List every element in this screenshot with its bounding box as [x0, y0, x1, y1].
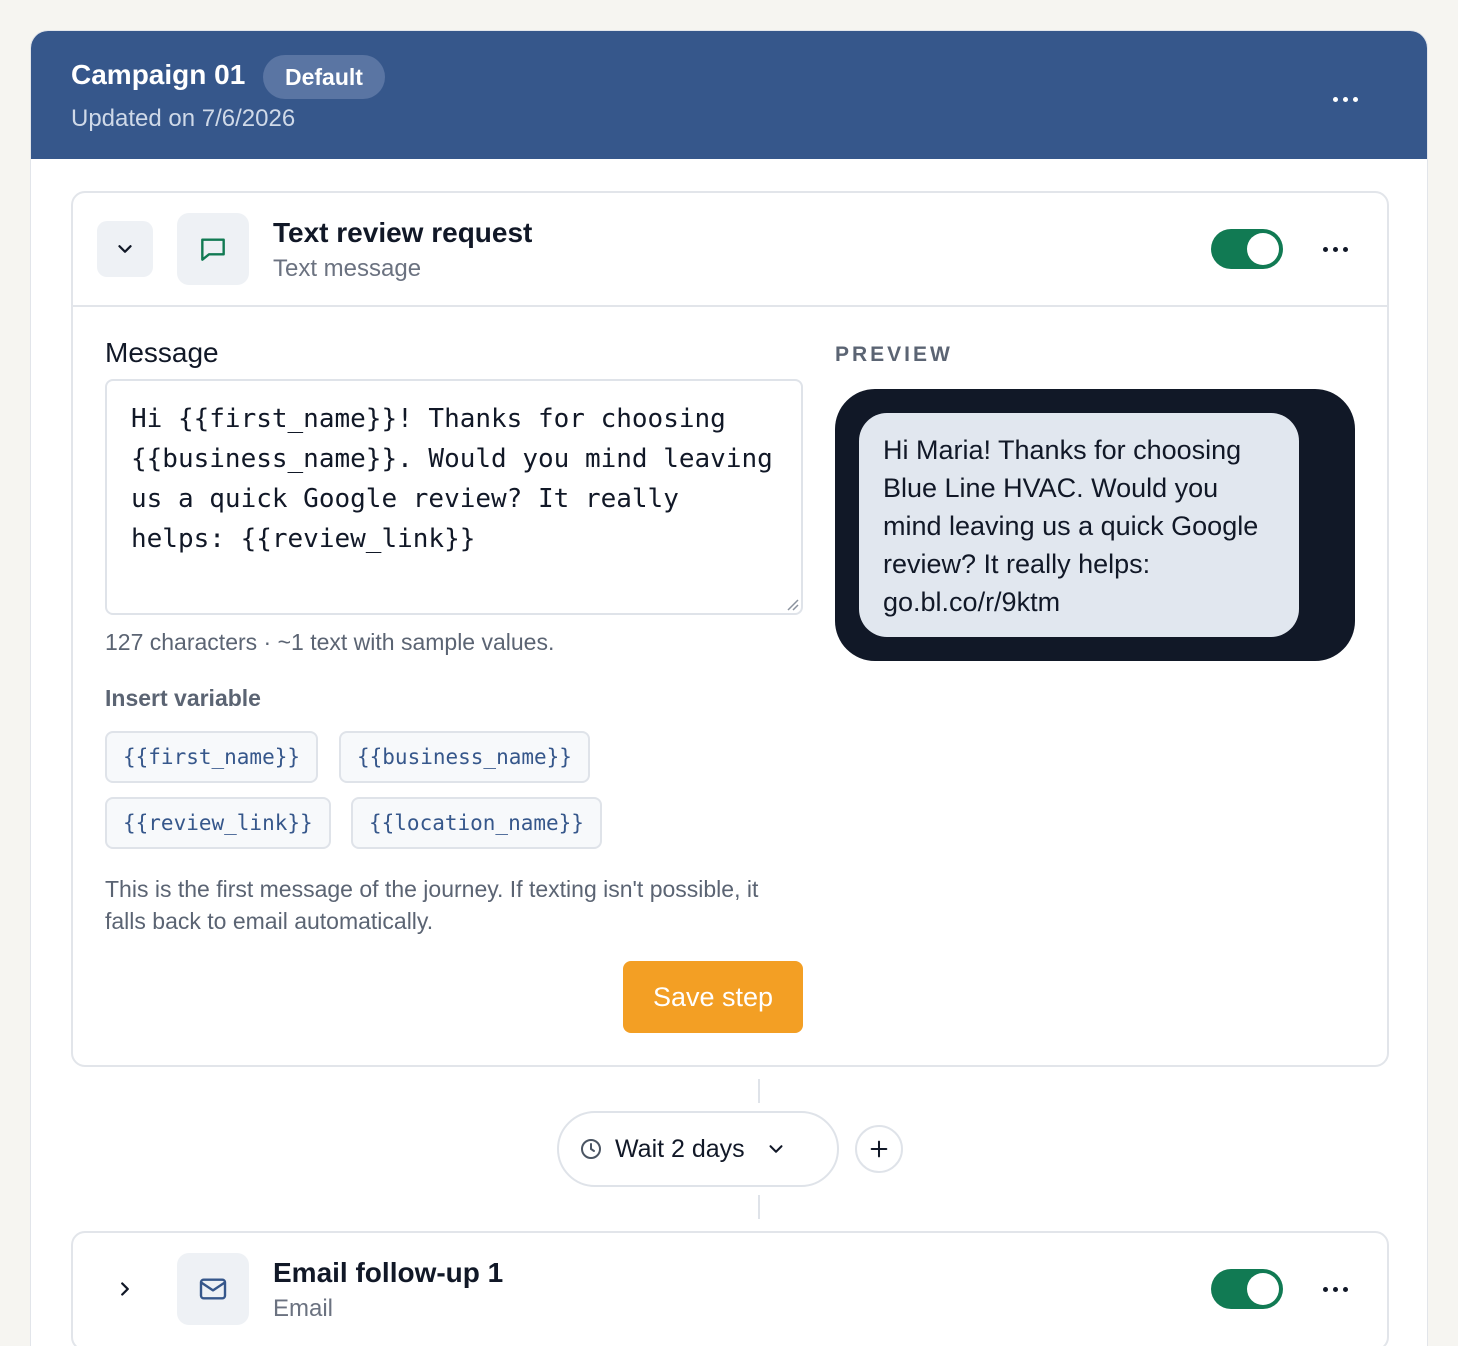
phone-preview: Hi Maria! Thanks for choosing Blue Line … — [835, 389, 1355, 661]
message-textarea[interactable] — [105, 379, 803, 615]
default-badge: Default — [263, 55, 385, 99]
step-enabled-toggle[interactable] — [1211, 229, 1283, 269]
variable-chip-review-link[interactable]: {{review_link}} — [105, 797, 331, 849]
step-title: Text review request — [273, 217, 533, 248]
step-card-text-review: Text review request Text message Message… — [71, 191, 1389, 1067]
preview-label: PREVIEW — [835, 343, 953, 366]
more-horizontal-icon[interactable] — [1325, 87, 1365, 111]
collapse-step-button[interactable] — [97, 221, 153, 277]
mail-icon — [199, 1278, 227, 1300]
step-enabled-toggle[interactable] — [1211, 1269, 1283, 1309]
step-subtitle: Email — [273, 1295, 334, 1322]
plus-icon — [870, 1140, 888, 1158]
message-square-icon — [201, 238, 225, 261]
campaign-title: Campaign 01 — [71, 59, 246, 90]
save-step-button[interactable]: Save step — [623, 961, 803, 1033]
step-title: Email follow-up 1 — [273, 1257, 504, 1288]
clock-icon — [581, 1139, 601, 1159]
character-count: 127 characters · ~1 text with sample val… — [105, 629, 555, 655]
connector-line — [758, 1195, 760, 1219]
step-header: Text review request Text message — [73, 193, 1387, 307]
variable-chip-location-name[interactable]: {{location_name}} — [351, 797, 602, 849]
more-horizontal-icon[interactable] — [1317, 237, 1353, 261]
campaign-updated: Updated on 7/6/2026 — [71, 105, 296, 132]
chevron-right-icon — [121, 1282, 129, 1296]
fallback-help-text: This is the first message of the journey… — [105, 876, 759, 934]
step-card-email-followup: Email follow-up 1 Email — [71, 1231, 1389, 1346]
resize-handle-icon[interactable] — [785, 597, 799, 611]
add-step-button[interactable] — [855, 1125, 903, 1173]
step-header: Email follow-up 1 Email — [73, 1233, 1387, 1346]
step-type-icon — [177, 1253, 249, 1325]
chevron-down-icon — [118, 245, 132, 253]
insert-variable-label: Insert variable — [105, 685, 261, 711]
expand-step-button[interactable] — [97, 1261, 153, 1317]
variable-chip-first-name[interactable]: {{first_name}} — [105, 731, 319, 783]
campaign-header: Campaign 01 Default Updated on 7/6/2026 — [31, 31, 1427, 159]
chevron-down-icon — [769, 1145, 783, 1153]
campaign-card: Campaign 01 Default Updated on 7/6/2026 … — [30, 30, 1428, 1346]
step-subtitle: Text message — [273, 255, 422, 282]
connector-line — [758, 1079, 760, 1103]
more-horizontal-icon[interactable] — [1317, 1277, 1353, 1301]
preview-message-bubble: Hi Maria! Thanks for choosing Blue Line … — [859, 413, 1299, 637]
variable-chip-business-name[interactable]: {{business_name}} — [339, 731, 590, 783]
wait-label: Wait 2 days — [615, 1134, 745, 1163]
step-type-icon — [177, 213, 249, 285]
wait-delay-dropdown[interactable]: Wait 2 days — [557, 1111, 839, 1187]
message-label: Message — [105, 337, 219, 368]
